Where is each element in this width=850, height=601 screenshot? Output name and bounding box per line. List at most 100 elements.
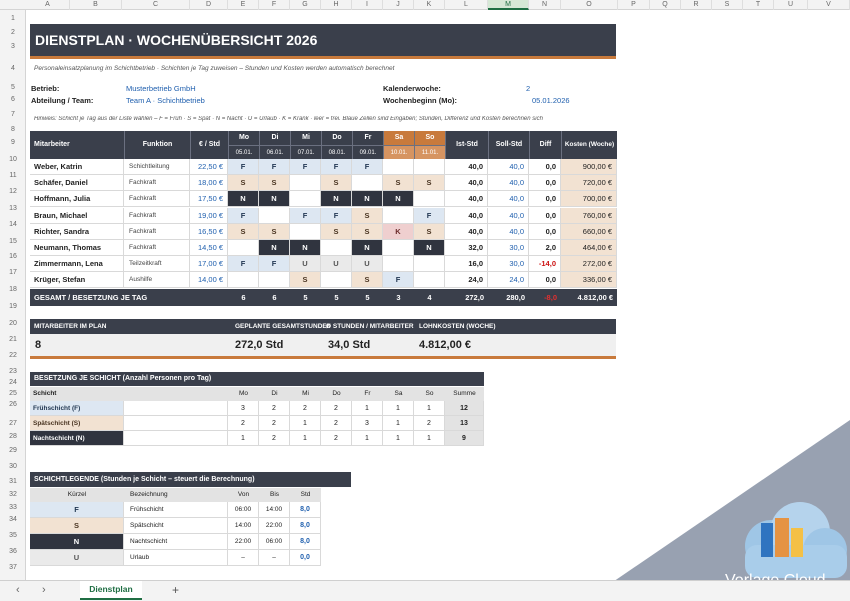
employee-rate[interactable]: 14,00 € xyxy=(190,272,228,288)
legend-kuerzel[interactable]: F xyxy=(30,502,124,518)
shift-cell[interactable]: S xyxy=(228,224,259,240)
employee-function[interactable]: Fachkraft xyxy=(124,240,190,256)
shift-cell[interactable]: F xyxy=(228,159,259,175)
shift-cell[interactable] xyxy=(321,240,352,256)
row-header-4[interactable]: 4 xyxy=(0,65,26,72)
tab-nav-next-button[interactable]: › xyxy=(42,584,46,596)
soll-hours[interactable]: 30,0 xyxy=(488,256,529,272)
column-header-U[interactable]: U xyxy=(774,0,808,10)
shift-cell[interactable]: S xyxy=(352,272,383,288)
employee-rate[interactable]: 19,00 € xyxy=(190,208,228,224)
shift-cell[interactable] xyxy=(228,240,259,256)
row-header-21[interactable]: 21 xyxy=(0,336,26,343)
column-header-D[interactable]: D xyxy=(190,0,228,10)
column-header-N[interactable]: N xyxy=(529,0,561,10)
shift-cell[interactable] xyxy=(414,159,445,175)
legend-bis[interactable]: 14:00 xyxy=(259,502,290,518)
row-header-13[interactable]: 13 xyxy=(0,205,26,212)
column-header-M[interactable]: M xyxy=(488,0,529,10)
row-header-2[interactable]: 2 xyxy=(0,29,26,36)
row-header-27[interactable]: 27 xyxy=(0,420,26,427)
legend-bis[interactable]: 06:00 xyxy=(259,534,290,550)
row-header-33[interactable]: 33 xyxy=(0,504,26,511)
column-header-F[interactable]: F xyxy=(259,0,290,10)
shift-cell[interactable] xyxy=(259,272,290,288)
legend-bezeichnung[interactable]: Urlaub xyxy=(124,550,228,566)
shift-cell[interactable] xyxy=(383,208,414,224)
shift-cell[interactable]: N xyxy=(259,191,290,207)
employee-name[interactable]: Zimmermann, Lena xyxy=(30,256,124,272)
legend-von[interactable]: 14:00 xyxy=(228,518,259,534)
row-header-35[interactable]: 35 xyxy=(0,532,26,539)
row-header-19[interactable]: 19 xyxy=(0,303,26,310)
soll-hours[interactable]: 40,0 xyxy=(488,208,529,224)
legend-von[interactable]: 22:00 xyxy=(228,534,259,550)
row-header-17[interactable]: 17 xyxy=(0,269,26,276)
shift-cell[interactable]: S xyxy=(383,175,414,191)
row-header-32[interactable]: 32 xyxy=(0,491,26,498)
shift-cell[interactable]: F xyxy=(228,256,259,272)
row-header-30[interactable]: 30 xyxy=(0,463,26,470)
row-header-12[interactable]: 12 xyxy=(0,188,26,195)
shift-cell[interactable]: F xyxy=(290,159,321,175)
column-header-E[interactable]: E xyxy=(228,0,259,10)
shift-cell[interactable]: F xyxy=(414,208,445,224)
column-header-S[interactable]: S xyxy=(712,0,743,10)
shift-cell[interactable] xyxy=(290,175,321,191)
column-header-V[interactable]: V xyxy=(808,0,850,10)
shift-cell[interactable]: S xyxy=(228,175,259,191)
legend-von[interactable]: – xyxy=(228,550,259,566)
column-header-L[interactable]: L xyxy=(445,0,488,10)
shift-cell[interactable]: F xyxy=(228,208,259,224)
employee-function[interactable]: Fachkraft xyxy=(124,224,190,240)
employee-rate[interactable]: 17,50 € xyxy=(190,191,228,207)
add-sheet-button[interactable]: + xyxy=(172,583,179,597)
shift-cell[interactable]: F xyxy=(383,272,414,288)
employee-name[interactable]: Richter, Sandra xyxy=(30,224,124,240)
shift-cell[interactable]: F xyxy=(290,208,321,224)
shift-cell[interactable]: S xyxy=(352,208,383,224)
employee-rate[interactable]: 16,50 € xyxy=(190,224,228,240)
employee-name[interactable]: Hoffmann, Julia xyxy=(30,191,124,207)
column-header-J[interactable]: J xyxy=(383,0,414,10)
employee-name[interactable]: Krüger, Stefan xyxy=(30,272,124,288)
shift-cell[interactable]: S xyxy=(321,175,352,191)
row-header-3[interactable]: 3 xyxy=(0,43,26,50)
shift-cell[interactable]: F xyxy=(352,159,383,175)
row-header-34[interactable]: 34 xyxy=(0,516,26,523)
shift-cell[interactable]: F xyxy=(259,256,290,272)
shift-cell[interactable] xyxy=(383,240,414,256)
legend-von[interactable]: 06:00 xyxy=(228,502,259,518)
column-header-C[interactable]: C xyxy=(122,0,190,10)
column-header-G[interactable]: G xyxy=(290,0,321,10)
shift-cell[interactable]: S xyxy=(259,224,290,240)
column-header-R[interactable]: R xyxy=(681,0,712,10)
row-header-24[interactable]: 24 xyxy=(0,379,26,386)
column-header-I[interactable]: I xyxy=(352,0,383,10)
employee-rate[interactable]: 22,50 € xyxy=(190,159,228,175)
shift-cell[interactable]: F xyxy=(321,159,352,175)
legend-kuerzel[interactable]: N xyxy=(30,534,124,550)
soll-hours[interactable]: 40,0 xyxy=(488,159,529,175)
shift-cell[interactable] xyxy=(414,272,445,288)
shift-cell[interactable] xyxy=(383,256,414,272)
column-header-H[interactable]: H xyxy=(321,0,352,10)
row-header-6[interactable]: 6 xyxy=(0,96,26,103)
shift-cell[interactable] xyxy=(228,272,259,288)
shift-cell[interactable] xyxy=(321,272,352,288)
row-header-18[interactable]: 18 xyxy=(0,286,26,293)
employee-name[interactable]: Weber, Katrin xyxy=(30,159,124,175)
wb-value[interactable]: 05.01.2026 xyxy=(532,96,592,105)
shift-cell[interactable]: S xyxy=(321,224,352,240)
row-header-22[interactable]: 22 xyxy=(0,352,26,359)
legend-bezeichnung[interactable]: Spätschicht xyxy=(124,518,228,534)
soll-hours[interactable]: 40,0 xyxy=(488,191,529,207)
row-header-26[interactable]: 26 xyxy=(0,401,26,408)
legend-bis[interactable]: – xyxy=(259,550,290,566)
row-header-8[interactable]: 8 xyxy=(0,126,26,133)
soll-hours[interactable]: 40,0 xyxy=(488,224,529,240)
tab-nav-prev-button[interactable]: ‹ xyxy=(16,584,20,596)
row-header-28[interactable]: 28 xyxy=(0,433,26,440)
row-header-25[interactable]: 25 xyxy=(0,390,26,397)
row-header-16[interactable]: 16 xyxy=(0,253,26,260)
